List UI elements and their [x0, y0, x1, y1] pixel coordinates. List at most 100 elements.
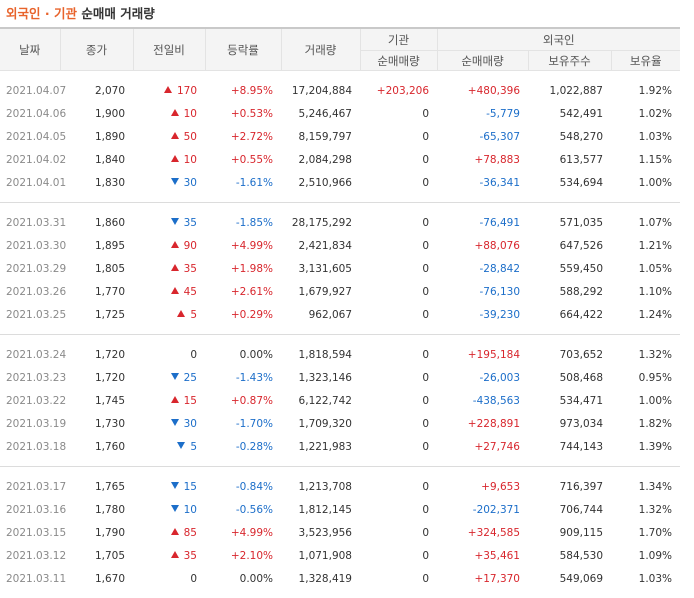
foreign-net-cell: +27,746: [474, 440, 520, 453]
volume-cell: 1,071,908: [298, 549, 352, 562]
header-change: 전일비: [133, 27, 206, 71]
group-spacer: [0, 335, 680, 344]
volume-cell: 1,221,983: [298, 440, 352, 453]
foreign-net-cell: -28,842: [479, 262, 520, 275]
change-cell: 85: [133, 521, 205, 544]
triangle-up-icon: [170, 154, 179, 162]
date-cell: 2021.03.31: [6, 216, 67, 229]
trading-volume-table: 날짜 종가 전일비 등락률 거래량 기관 외국인 순매매량 순매매량 보유주수 …: [0, 27, 680, 590]
foreign-net-cell: +88,076: [474, 239, 520, 252]
date-cell: 2021.03.17: [6, 480, 67, 493]
group-spacer: [0, 467, 680, 476]
institution-net-cell: 0: [422, 480, 429, 493]
header-volume: 거래량: [281, 27, 361, 71]
volume-cell: 2,084,298: [298, 153, 352, 166]
foreign-ratio-cell: 1.07%: [638, 216, 672, 229]
rate-cell: +1.98%: [230, 262, 273, 275]
institution-net-cell: 0: [422, 440, 429, 453]
volume-cell: 3,131,605: [298, 262, 352, 275]
header-close: 종가: [60, 27, 134, 71]
change-cell: 10: [133, 148, 205, 171]
group-divider: [0, 194, 680, 203]
foreign-net-cell: -5,779: [486, 107, 520, 120]
foreign-net-cell: +324,585: [467, 526, 520, 539]
foreign-holdings-cell: 716,397: [559, 480, 603, 493]
rate-cell: -0.84%: [235, 480, 273, 493]
change-value: 30: [183, 417, 197, 430]
date-cell: 2021.03.19: [6, 417, 67, 430]
date-cell: 2021.04.07: [6, 84, 67, 97]
foreign-ratio-cell: 1.21%: [638, 239, 672, 252]
foreign-holdings-cell: 542,491: [559, 107, 603, 120]
date-cell: 2021.03.11: [6, 572, 67, 585]
section-title: 외국인 · 기관 순매매 거래량: [0, 0, 694, 27]
change-value: 90: [183, 239, 197, 252]
institution-net-cell: 0: [422, 348, 429, 361]
close-cell: 1,770: [94, 285, 125, 298]
institution-net-cell: 0: [422, 153, 429, 166]
institution-net-cell: 0: [422, 503, 429, 516]
triangle-down-icon: [170, 217, 179, 225]
foreign-ratio-cell: 1.03%: [638, 130, 672, 143]
foreign-ratio-cell: 1.02%: [638, 107, 672, 120]
close-cell: 1,725: [94, 308, 125, 321]
triangle-up-icon: [170, 131, 179, 139]
foreign-holdings-cell: 973,034: [559, 417, 603, 430]
foreign-ratio-cell: 1.32%: [638, 348, 672, 361]
foreign-net-cell: +9,653: [481, 480, 520, 493]
change-value: 10: [183, 503, 197, 516]
foreign-holdings-cell: 664,422: [559, 308, 603, 321]
rate-cell: +8.95%: [230, 84, 273, 97]
change-value: 35: [183, 549, 197, 562]
change-cell: 35: [133, 211, 205, 234]
triangle-up-icon: [170, 550, 179, 558]
foreign-ratio-cell: 1.32%: [638, 503, 672, 516]
change-cell: 35: [133, 544, 205, 567]
rate-cell: +0.53%: [230, 107, 273, 120]
change-value: 15: [183, 480, 197, 493]
header-foreign-ratio: 보유율: [611, 50, 680, 71]
foreign-holdings-cell: 584,530: [559, 549, 603, 562]
date-cell: 2021.03.12: [6, 549, 67, 562]
table-row: 2021.03.15 1,790 85 +4.99% 3,523,956 0 +324,58…: [0, 521, 680, 544]
change-cell: 0: [133, 343, 205, 366]
triangle-up-icon: [177, 309, 186, 317]
institution-net-cell: 0: [422, 130, 429, 143]
close-cell: 1,805: [94, 262, 125, 275]
change-value: 5: [190, 308, 197, 321]
table-row: 2021.03.30 1,895 90 +4.99% 2,421,834 0 +88,076…: [0, 234, 680, 257]
rate-cell: -1.43%: [235, 371, 273, 384]
foreign-ratio-cell: 1.10%: [638, 285, 672, 298]
change-cell: 50: [133, 125, 205, 148]
change-value: 35: [183, 216, 197, 229]
foreign-ratio-cell: 1.34%: [638, 480, 672, 493]
rate-cell: +2.72%: [230, 130, 273, 143]
group-divider: [0, 326, 680, 335]
change-value: 10: [183, 107, 197, 120]
foreign-holdings-cell: 703,652: [559, 348, 603, 361]
foreign-holdings-cell: 534,694: [559, 176, 603, 189]
rate-cell: -0.28%: [235, 440, 273, 453]
table-row: 2021.03.22 1,745 15 +0.87% 6,122,742 0 -438,56…: [0, 389, 680, 412]
volume-cell: 1,328,419: [298, 572, 352, 585]
foreign-holdings-cell: 647,526: [559, 239, 603, 252]
institution-net-cell: 0: [422, 526, 429, 539]
date-cell: 2021.03.23: [6, 371, 67, 384]
foreign-net-cell: +228,891: [467, 417, 520, 430]
table-row: 2021.04.07 2,070 170 +8.95% 17,204,884 +203,2…: [0, 79, 680, 102]
foreign-ratio-cell: 0.95%: [638, 371, 672, 384]
group-divider: [0, 458, 680, 467]
institution-net-cell: 0: [422, 262, 429, 275]
volume-cell: 5,246,467: [298, 107, 352, 120]
foreign-net-cell: -65,307: [479, 130, 520, 143]
foreign-net-cell: +35,461: [474, 549, 520, 562]
rate-cell: +0.55%: [230, 153, 273, 166]
close-cell: 1,900: [94, 107, 125, 120]
close-cell: 1,705: [94, 549, 125, 562]
date-cell: 2021.03.18: [6, 440, 67, 453]
foreign-holdings-cell: 548,270: [559, 130, 603, 143]
change-value: 25: [183, 371, 197, 384]
volume-cell: 1,709,320: [298, 417, 352, 430]
triangle-down-icon: [170, 504, 179, 512]
change-value: 170: [176, 84, 197, 97]
